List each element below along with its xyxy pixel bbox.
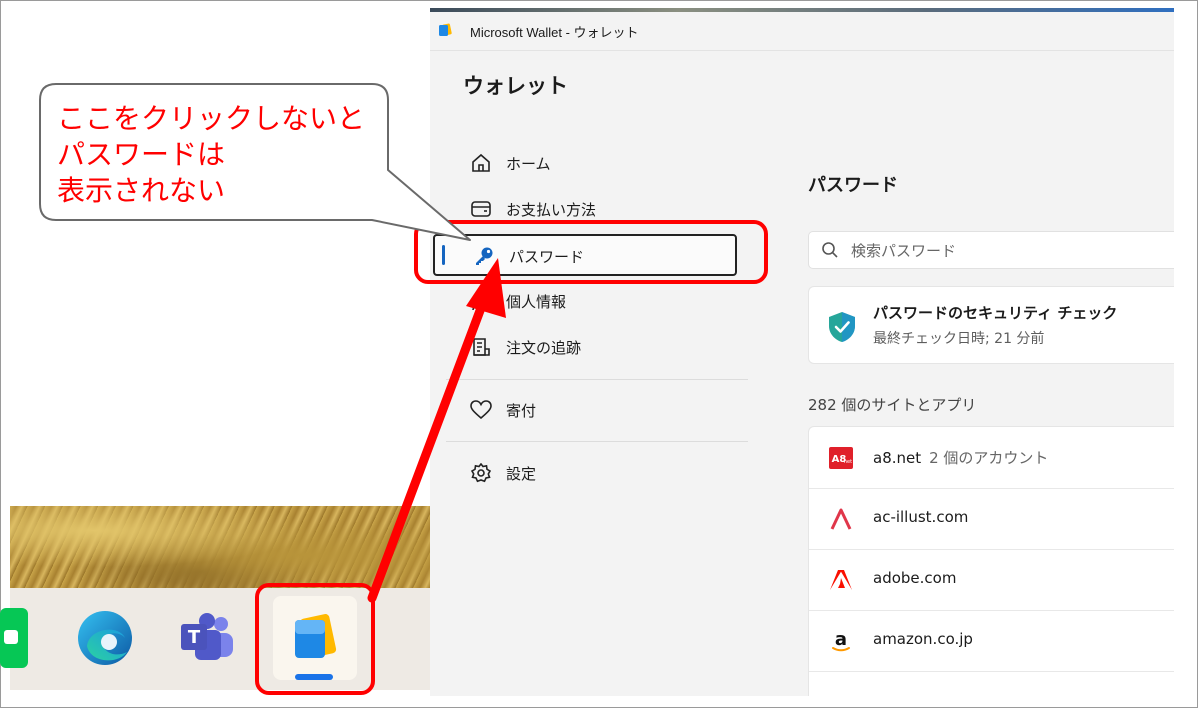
home-icon	[472, 153, 490, 172]
nav-divider	[446, 379, 748, 380]
svg-text:net: net	[844, 459, 852, 465]
search-icon	[822, 242, 838, 258]
shield-check-icon	[829, 312, 855, 342]
wallet-window: Microsoft Wallet - ウォレット ウォレット ホーム お支払い方…	[430, 8, 1174, 696]
nav-item-settings[interactable]: 設定	[446, 453, 746, 493]
callout-line: ここをクリックしないと	[57, 102, 366, 135]
site-name: a8.net 2 個のアカウント	[873, 447, 1048, 468]
svg-text:T: T	[188, 627, 201, 648]
nav-label-settings: 設定	[506, 465, 537, 483]
site-name: ac-illust.com	[873, 508, 969, 526]
nav-label-order-tracking: 注文の追跡	[506, 339, 582, 357]
security-check-card[interactable]: パスワードのセキュリティ チェック 最終チェック日時; 21 分前	[808, 286, 1174, 364]
wallet-title-icon	[439, 23, 452, 36]
site-row[interactable]: A8 net a8.net 2 個のアカウント	[809, 427, 1174, 489]
sites-count-label: 282 個のサイトとアプリ	[808, 396, 977, 414]
site-name: amazon.co.jp	[873, 630, 973, 648]
app-heading: ウォレット	[463, 74, 568, 98]
site-row[interactable]: adobe.com	[809, 549, 1174, 611]
desktop-wallpaper	[10, 506, 430, 588]
wallet-taskbar-highlight	[255, 583, 375, 695]
sites-list: A8 net a8.net 2 個のアカウント ac-illust.com ado…	[808, 426, 1174, 696]
amazon-logo-icon: a	[832, 629, 850, 652]
security-check-title: パスワードのセキュリティ チェック	[873, 304, 1118, 322]
title-bar[interactable]: Microsoft Wallet - ウォレット	[430, 12, 1174, 51]
nav-label-donations: 寄付	[506, 402, 537, 420]
nav-item-personal-info[interactable]: 個人情報	[446, 281, 746, 321]
heart-icon	[470, 400, 492, 420]
teams-icon[interactable]: T	[177, 608, 237, 668]
svg-text:a: a	[835, 629, 847, 650]
nav-label-home: ホーム	[506, 155, 551, 173]
site-account-count: 2 個のアカウント	[929, 449, 1049, 467]
line-app-icon[interactable]	[0, 608, 30, 668]
nav-label-personal-info: 個人情報	[506, 293, 567, 311]
a8-logo-icon: A8 net	[829, 447, 853, 469]
nav-item-home[interactable]: ホーム	[446, 143, 746, 183]
gear-icon	[470, 463, 492, 483]
wallet-card-icon	[471, 201, 491, 217]
passwords-heading: パスワード	[808, 175, 898, 196]
window-title: Microsoft Wallet - ウォレット	[470, 25, 639, 40]
password-search-box[interactable]	[808, 231, 1174, 269]
nav-label-payment: お支払い方法	[506, 201, 597, 219]
nav-item-donations[interactable]: 寄付	[446, 390, 746, 430]
security-check-subtitle: 最終チェック日時; 21 分前	[873, 331, 1045, 347]
adobe-logo-icon	[830, 570, 852, 590]
nav-item-order-tracking[interactable]: 注文の追跡	[446, 327, 746, 367]
callout-text: ここをクリックしないと パスワードは 表示されない	[57, 101, 365, 209]
callout-line: 表示されない	[57, 174, 226, 207]
search-input[interactable]	[849, 239, 1153, 263]
ac-illust-logo-icon	[830, 508, 852, 530]
edge-browser-icon[interactable]	[75, 608, 135, 668]
receipt-icon	[473, 338, 490, 356]
site-name: adobe.com	[873, 569, 957, 587]
site-row[interactable]: a amazon.co.jp	[809, 610, 1174, 672]
person-icon	[472, 292, 490, 311]
password-nav-highlight	[414, 220, 768, 284]
site-domain: a8.net	[873, 449, 922, 467]
site-row[interactable]: ac-illust.com	[809, 488, 1174, 550]
callout-line: パスワードは	[57, 138, 226, 171]
nav-divider	[446, 441, 748, 442]
